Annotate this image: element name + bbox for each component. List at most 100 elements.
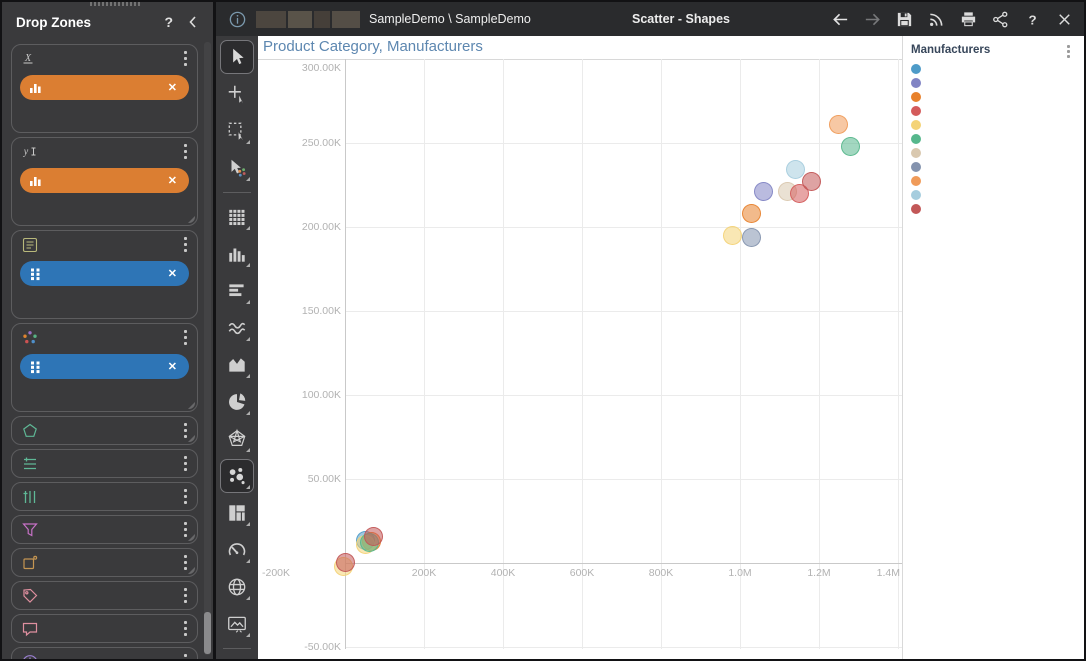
labels-icon xyxy=(21,587,39,605)
zone-menu-icon[interactable] xyxy=(180,618,191,639)
zone-menu-icon[interactable] xyxy=(180,327,191,348)
dropzone-color[interactable]: ✕ xyxy=(11,323,198,412)
dropzone-details[interactable]: ✕ xyxy=(11,230,198,319)
field-pill-net-profit[interactable]: ✕ xyxy=(20,168,189,193)
sidebar-scrollbar[interactable] xyxy=(204,42,211,655)
view-title: Scatter - Shapes xyxy=(632,12,730,26)
legend-swatch xyxy=(911,148,921,158)
zone-menu-icon[interactable] xyxy=(180,651,191,659)
map-chart-tool[interactable] xyxy=(220,570,254,604)
legend-item-poomah[interactable] xyxy=(911,146,1082,160)
legend-swatch xyxy=(911,92,921,102)
remove-field-icon[interactable]: ✕ xyxy=(166,358,179,375)
share-icon[interactable] xyxy=(991,10,1010,29)
close-icon[interactable] xyxy=(1055,10,1074,29)
print-icon[interactable] xyxy=(959,10,978,29)
scatter-point-princess[interactable] xyxy=(742,227,762,247)
dropzone-y-values[interactable]: y ✕ xyxy=(11,137,198,226)
scatter-point-esics[interactable] xyxy=(742,204,762,224)
sidebar-scrollbar-thumb[interactable] xyxy=(204,612,211,654)
dropzone-filters[interactable] xyxy=(11,515,198,544)
x-tick-label: 400K xyxy=(490,567,516,579)
dropzone-labels[interactable] xyxy=(11,581,198,610)
dropzone-shape[interactable] xyxy=(11,416,198,445)
dropzone-header xyxy=(12,582,197,609)
area-chart-tool[interactable] xyxy=(220,348,254,382)
highlight-pointer-tool[interactable] xyxy=(220,151,254,185)
scatter-chart-tool[interactable] xyxy=(220,459,254,493)
legend-item-nuke[interactable] xyxy=(911,104,1082,118)
zone-menu-icon[interactable] xyxy=(180,453,191,474)
dropzone-size[interactable] xyxy=(11,548,198,577)
tool-caret-icon xyxy=(246,559,250,563)
legend-item-acme[interactable] xyxy=(911,62,1082,76)
column-chart-tool[interactable] xyxy=(220,237,254,271)
image-widget-tool[interactable] xyxy=(220,607,254,641)
pie-chart-tool[interactable] xyxy=(220,385,254,419)
field-pill-product-category[interactable]: ✕ xyxy=(20,261,189,286)
field-pill-manufacturers[interactable]: ✕ xyxy=(20,354,189,379)
dropzone-trellis-horizontal[interactable] xyxy=(11,482,198,511)
zone-menu-icon[interactable] xyxy=(180,141,191,162)
remove-field-icon[interactable]: ✕ xyxy=(166,79,179,96)
scatter-point-over-armour[interactable] xyxy=(841,136,861,156)
scatter-point-old-balance[interactable] xyxy=(722,225,742,245)
remove-field-icon[interactable]: ✕ xyxy=(166,265,179,282)
legend-menu-icon[interactable] xyxy=(1067,44,1070,59)
panel-drag-handle[interactable] xyxy=(90,2,140,6)
trellis-vertical-icon xyxy=(21,455,39,473)
legend-item-adihash[interactable] xyxy=(911,76,1082,90)
legend-swatch xyxy=(911,204,921,214)
remove-field-icon[interactable]: ✕ xyxy=(166,172,179,189)
dropzone-header xyxy=(12,648,197,659)
legend-item-ribuck[interactable] xyxy=(911,174,1082,188)
drop-zones-header: Drop Zones ? xyxy=(2,8,213,36)
feed-icon[interactable] xyxy=(927,10,946,29)
collapse-panel-icon[interactable] xyxy=(185,14,201,30)
zone-menu-icon[interactable] xyxy=(180,48,191,69)
add-point-tool[interactable] xyxy=(220,77,254,111)
marquee-select-tool[interactable] xyxy=(220,114,254,148)
legend-item-woolson[interactable] xyxy=(911,202,1082,216)
legend-title: Manufacturers xyxy=(911,44,991,56)
y-axis-icon: y xyxy=(21,143,39,161)
dropzone-motion[interactable] xyxy=(11,647,198,659)
help-icon[interactable]: ? xyxy=(1023,10,1042,29)
x-tick-label: 800K xyxy=(648,567,674,579)
scatter-point-ribuck[interactable] xyxy=(829,115,849,135)
chart-type-toolbar xyxy=(216,36,258,659)
back-icon[interactable] xyxy=(831,10,850,29)
dropzone-trellis-vertical[interactable] xyxy=(11,449,198,478)
filters-icon xyxy=(21,521,39,539)
scatter-point-woolson[interactable] xyxy=(801,172,821,192)
dropzone-tooltip[interactable] xyxy=(11,614,198,643)
zone-menu-icon[interactable] xyxy=(180,234,191,255)
legend-item-princess[interactable] xyxy=(911,160,1082,174)
line-chart-tool[interactable] xyxy=(220,311,254,345)
help-icon[interactable]: ? xyxy=(164,14,173,30)
legend-item-esics[interactable] xyxy=(911,90,1082,104)
select-cursor-tool[interactable] xyxy=(220,40,254,74)
field-pill-sales[interactable]: ✕ xyxy=(20,75,189,100)
gauge-chart-tool[interactable] xyxy=(220,533,254,567)
zone-menu-icon[interactable] xyxy=(180,486,191,507)
save-icon[interactable] xyxy=(895,10,914,29)
dropzone-pills: ✕ xyxy=(12,351,197,382)
legend-item-over-armour[interactable] xyxy=(911,132,1082,146)
legend-swatch xyxy=(911,176,921,186)
tool-caret-icon xyxy=(246,300,250,304)
bar-chart-tool[interactable] xyxy=(220,274,254,308)
y-tick-label: -50.00K xyxy=(304,641,341,653)
table-chart-tool[interactable] xyxy=(220,200,254,234)
scatter-point-adihash[interactable] xyxy=(754,182,774,202)
legend-item-old-balance[interactable] xyxy=(911,118,1082,132)
treemap-chart-tool[interactable] xyxy=(220,496,254,530)
radar-chart-tool[interactable] xyxy=(220,422,254,456)
measure-icon xyxy=(29,174,43,188)
legend-item-slicenger[interactable] xyxy=(911,188,1082,202)
zone-resize-handle[interactable] xyxy=(188,216,195,223)
zone-menu-icon[interactable] xyxy=(180,585,191,606)
info-icon[interactable] xyxy=(228,10,247,29)
zone-resize-handle[interactable] xyxy=(188,402,195,409)
dropzone-x-values[interactable]: X ✕ xyxy=(11,44,198,133)
